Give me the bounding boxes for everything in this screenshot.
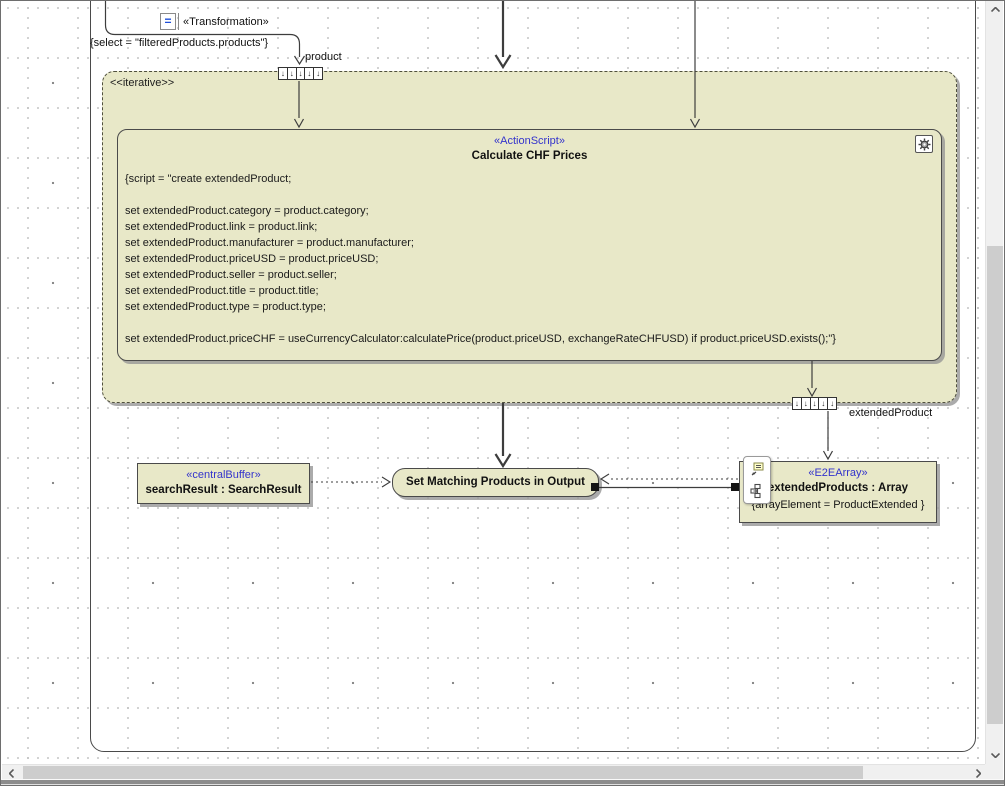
extendedproduct-pin-label[interactable]: extendedProduct xyxy=(849,407,932,419)
actionscript-script-text: {script = "create extendedProduct;set ex… xyxy=(118,171,941,347)
centralbuffer-stereotype: «centralBuffer» xyxy=(138,468,309,483)
diagram-editor-window: <<iterative>> «ActionScript» Calculate C… xyxy=(0,0,1005,786)
pin-down-arrow-icon: ↓ xyxy=(279,68,288,79)
actionscript-stereotype: «ActionScript» xyxy=(118,130,941,149)
chevron-right-icon xyxy=(976,769,981,778)
action-name: Set Matching Products in Output xyxy=(406,475,585,490)
diagram-canvas[interactable]: <<iterative>> «ActionScript» Calculate C… xyxy=(2,1,987,763)
actionscript-node[interactable]: «ActionScript» Calculate CHF Prices {scr… xyxy=(117,129,942,361)
open-specification-icon[interactable] xyxy=(748,460,766,478)
pin-down-arrow-icon: ↓ xyxy=(819,398,828,409)
pin-down-arrow-icon: ↓ xyxy=(828,398,836,409)
transformation-edge-label[interactable]: = «Transformation» xyxy=(160,13,269,30)
region-stereotype-label: <<iterative>> xyxy=(110,77,174,89)
transformation-select-tag[interactable]: {select = "filteredProducts.products"} xyxy=(90,37,268,49)
scroll-up-button[interactable] xyxy=(986,1,1004,18)
set-matching-products-action[interactable]: Set Matching Products in Output xyxy=(392,468,599,497)
chevron-up-icon xyxy=(991,7,1000,12)
pin-down-arrow-icon: ↓ xyxy=(288,68,297,79)
actionscript-name: Calculate CHF Prices xyxy=(118,149,941,164)
related-elements-icon[interactable] xyxy=(748,482,766,500)
horizontal-scrollbar[interactable] xyxy=(2,764,987,780)
pin-down-arrow-icon: ↓ xyxy=(297,68,306,79)
extendedproduct-expansion-pin[interactable]: ↓ ↓ ↓ ↓ ↓ xyxy=(792,397,837,410)
window-bottom-edge xyxy=(1,779,1004,785)
vertical-scrollbar[interactable] xyxy=(985,1,1003,764)
pin-down-arrow-icon: ↓ xyxy=(802,398,811,409)
centralbuffer-name: searchResult : SearchResult xyxy=(138,483,309,498)
label-separator xyxy=(178,13,179,30)
horizontal-scrollbar-thumb[interactable] xyxy=(23,766,863,780)
product-expansion-pin[interactable]: ↓ ↓ ↓ ↓ ↓ xyxy=(278,67,323,80)
centralbuffer-node[interactable]: «centralBuffer» searchResult : SearchRes… xyxy=(137,463,310,504)
smart-manipulator-toolbar xyxy=(743,456,771,504)
vertical-scrollbar-thumb[interactable] xyxy=(987,246,1003,724)
product-pin-label[interactable]: product xyxy=(305,51,342,63)
scrollbar-corner xyxy=(985,764,1003,780)
transformation-equals-icon: = xyxy=(160,13,176,30)
pin-down-arrow-icon: ↓ xyxy=(305,68,314,79)
pin-down-arrow-icon: ↓ xyxy=(314,68,322,79)
chevron-left-icon xyxy=(9,769,14,778)
pin-down-arrow-icon: ↓ xyxy=(811,398,820,409)
chevron-down-icon xyxy=(991,753,1000,758)
gear-icon[interactable] xyxy=(915,135,933,153)
pin-down-arrow-icon: ↓ xyxy=(793,398,802,409)
transformation-stereotype: «Transformation» xyxy=(183,16,269,28)
scroll-down-button[interactable] xyxy=(986,747,1004,764)
